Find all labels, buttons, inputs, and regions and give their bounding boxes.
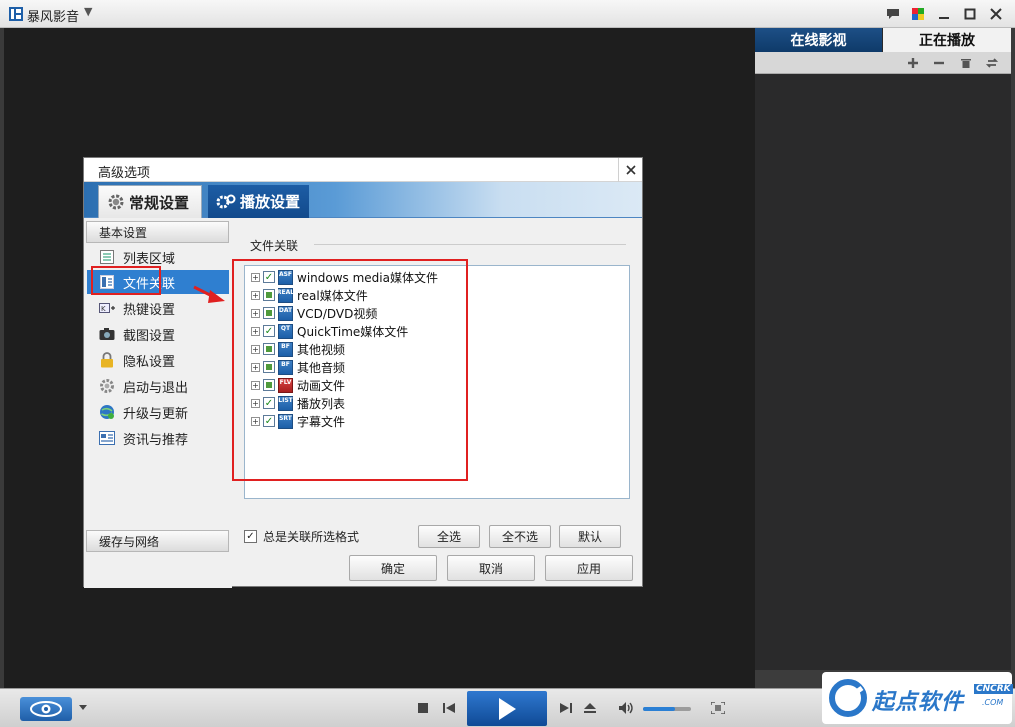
default-button[interactable]: 默认 — [559, 525, 621, 548]
eye-icon[interactable] — [20, 697, 72, 721]
sidebar-item-update[interactable]: 升级与更新 — [87, 400, 229, 424]
gear-icon — [108, 194, 124, 210]
select-all-button[interactable]: 全选 — [418, 525, 480, 548]
svg-text:K: K — [101, 305, 106, 313]
news-icon — [99, 430, 115, 446]
app-title[interactable]: 暴风影音 — [27, 6, 79, 25]
sidebar-section-cache-network[interactable]: 缓存与网络 — [86, 530, 229, 552]
fullscreen-icon[interactable] — [709, 699, 727, 717]
tab-general-settings[interactable]: 常规设置 — [98, 185, 202, 218]
playlist-toolbar — [755, 52, 1011, 74]
dialog-close-button[interactable] — [618, 158, 642, 182]
section-divider — [314, 244, 626, 245]
loop-icon[interactable] — [983, 54, 1001, 72]
close-icon[interactable] — [985, 4, 1007, 24]
gear-icon — [99, 378, 115, 394]
play-button[interactable] — [467, 691, 547, 726]
highlight-box-sidebar — [91, 266, 161, 295]
sidebar-item-label: 热键设置 — [123, 302, 176, 318]
eject-icon[interactable] — [581, 699, 599, 717]
section-title: 文件关联 — [250, 239, 299, 253]
arrow-icon — [193, 285, 225, 303]
highlight-box-tree — [232, 259, 468, 481]
list-icon — [99, 249, 115, 265]
remove-icon[interactable] — [930, 54, 948, 72]
playlist-tabs: 在线影视 正在播放 — [755, 28, 1011, 52]
tab-now-playing[interactable]: 正在播放 — [883, 28, 1011, 52]
tab-playback-settings[interactable]: 播放设置 — [208, 185, 309, 218]
always-associate-label: 总是关联所选格式 — [263, 530, 360, 544]
close-icon — [625, 165, 636, 175]
sidebar-item-screenshot[interactable]: 截图设置 — [87, 322, 229, 346]
tab-general-label: 常规设置 — [129, 193, 190, 212]
trash-icon[interactable] — [957, 54, 975, 72]
hotkey-icon: K — [99, 300, 115, 316]
cancel-button[interactable]: 取消 — [447, 555, 535, 581]
sidebar-item-label: 升级与更新 — [123, 406, 189, 422]
globe-update-icon — [99, 404, 115, 420]
watermark-icon — [829, 679, 867, 717]
maximize-icon[interactable] — [959, 4, 981, 24]
volume-slider[interactable] — [643, 707, 691, 711]
minimize-icon[interactable] — [933, 4, 955, 24]
watermark-badge: CNCRK — [974, 684, 1013, 694]
select-none-button[interactable]: 全不选 — [489, 525, 551, 548]
sidebar-item-label: 启动与退出 — [123, 380, 189, 396]
stop-icon[interactable] — [414, 699, 432, 717]
sidebar-item-label: 列表区域 — [123, 251, 176, 267]
sidebar-item-label: 隐私设置 — [123, 354, 176, 370]
sidebar-item-privacy[interactable]: 隐私设置 — [87, 348, 229, 372]
sidebar-item-startup-exit[interactable]: 启动与退出 — [87, 374, 229, 398]
apply-button[interactable]: 应用 — [545, 555, 633, 581]
sidebar-item-label: 资讯与推荐 — [123, 432, 189, 448]
dialog-title-bar: 高级选项 — [84, 158, 642, 182]
previous-icon[interactable] — [440, 699, 458, 717]
ok-button[interactable]: 确定 — [349, 555, 437, 581]
camera-icon — [99, 326, 115, 342]
app-logo-icon[interactable] — [8, 6, 24, 22]
right-border — [1011, 28, 1015, 688]
tab-playback-label: 播放设置 — [240, 193, 301, 211]
volume-icon[interactable] — [618, 699, 636, 717]
gears-icon — [216, 194, 236, 208]
tab-online-video[interactable]: 在线影视 — [755, 28, 882, 52]
sidebar-section-basic[interactable]: 基本设置 — [86, 221, 229, 243]
title-bar: 暴风影音 ▼ — [0, 0, 1015, 28]
sidebar-item-label: 截图设置 — [123, 328, 176, 344]
dialog-tab-header: 常规设置 播放设置 — [84, 182, 642, 218]
always-associate-checkbox[interactable]: ✓ — [244, 530, 257, 543]
dialog-title: 高级选项 — [98, 166, 151, 181]
chat-icon[interactable] — [882, 4, 904, 24]
chevron-down-icon[interactable] — [74, 699, 92, 717]
add-icon[interactable] — [904, 54, 922, 72]
always-associate-option[interactable]: ✓ 总是关联所选格式 — [244, 528, 359, 545]
play-icon — [499, 697, 516, 720]
watermark-domain: .COM — [982, 698, 1004, 707]
lock-icon — [99, 352, 115, 368]
sidebar-item-news[interactable]: 资讯与推荐 — [87, 426, 229, 450]
chevron-down-icon[interactable]: ▼ — [84, 5, 92, 18]
next-icon[interactable] — [557, 699, 575, 717]
watermark-logo: 起点软件 CNCRK .COM — [822, 672, 1013, 724]
playlist-panel: 在线影视 正在播放 — [755, 28, 1011, 670]
watermark-text: 起点软件 — [872, 690, 965, 715]
volume-level — [643, 707, 675, 711]
skin-icon[interactable] — [907, 4, 929, 24]
